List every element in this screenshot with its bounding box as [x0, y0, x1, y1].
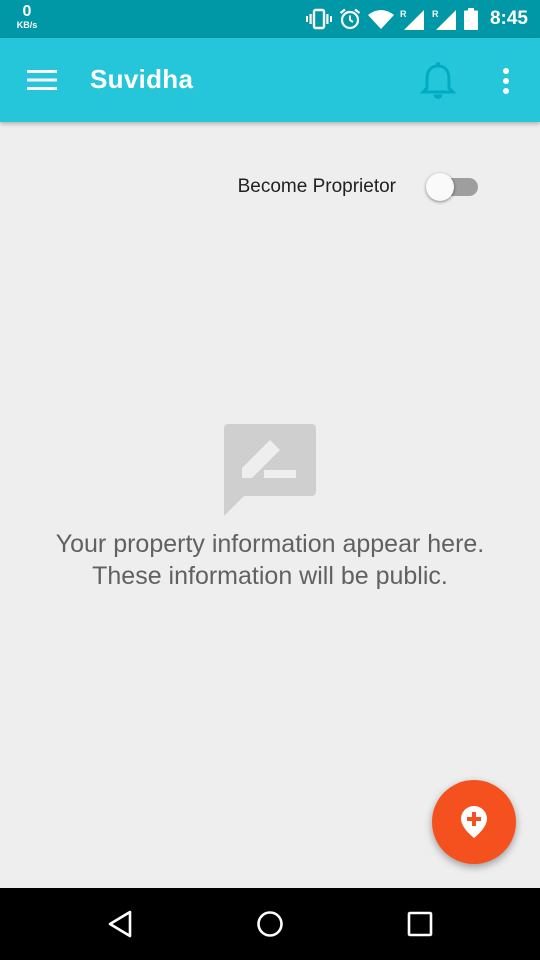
- svg-text:R: R: [432, 9, 439, 19]
- switch-thumb: [426, 173, 454, 201]
- svg-text:R: R: [400, 9, 407, 19]
- empty-state-line2: These information will be public.: [92, 562, 448, 590]
- network-speed-unit: KB/s: [16, 20, 38, 30]
- vibrate-icon: [305, 8, 332, 30]
- overflow-menu-button[interactable]: [486, 58, 526, 104]
- more-vert-icon: [503, 68, 509, 94]
- recents-icon: [407, 911, 433, 937]
- home-button[interactable]: [240, 902, 300, 946]
- alarm-icon: [339, 8, 361, 30]
- back-button[interactable]: [90, 902, 150, 946]
- recents-button[interactable]: [390, 902, 450, 946]
- edit-comment-icon: [224, 424, 316, 516]
- bell-icon: [420, 62, 456, 99]
- signal-r-icon: R: [400, 9, 424, 30]
- signal-r-icon: R: [432, 9, 456, 30]
- proprietor-toggle-label: Become Proprietor: [237, 176, 396, 197]
- network-speed-value: 0: [22, 3, 32, 20]
- wifi-icon: [367, 10, 394, 29]
- status-icons: R R 8:45: [305, 0, 528, 38]
- empty-state-line1: Your property information appear here.: [55, 530, 485, 558]
- proprietor-switch[interactable]: [424, 170, 482, 202]
- hamburger-menu-icon: [27, 70, 57, 90]
- home-icon: [257, 911, 283, 937]
- network-speed: 0 KB/s: [12, 4, 42, 30]
- app-bar: Suvidha: [0, 38, 540, 122]
- notifications-button[interactable]: [414, 58, 462, 104]
- proprietor-toggle-row: Become Proprietor: [0, 168, 540, 204]
- status-bar: 0 KB/s R R 8:45: [0, 0, 540, 38]
- empty-state-message: Your property information appear here. T…: [0, 528, 540, 592]
- app-title: Suvidha: [90, 64, 194, 94]
- back-icon: [108, 910, 132, 938]
- navigation-bar: [0, 888, 540, 960]
- add-location-icon: [461, 806, 487, 838]
- add-property-fab[interactable]: [432, 780, 516, 864]
- menu-button[interactable]: [20, 60, 64, 100]
- clock: 8:45: [489, 8, 528, 29]
- battery-icon: [463, 8, 478, 30]
